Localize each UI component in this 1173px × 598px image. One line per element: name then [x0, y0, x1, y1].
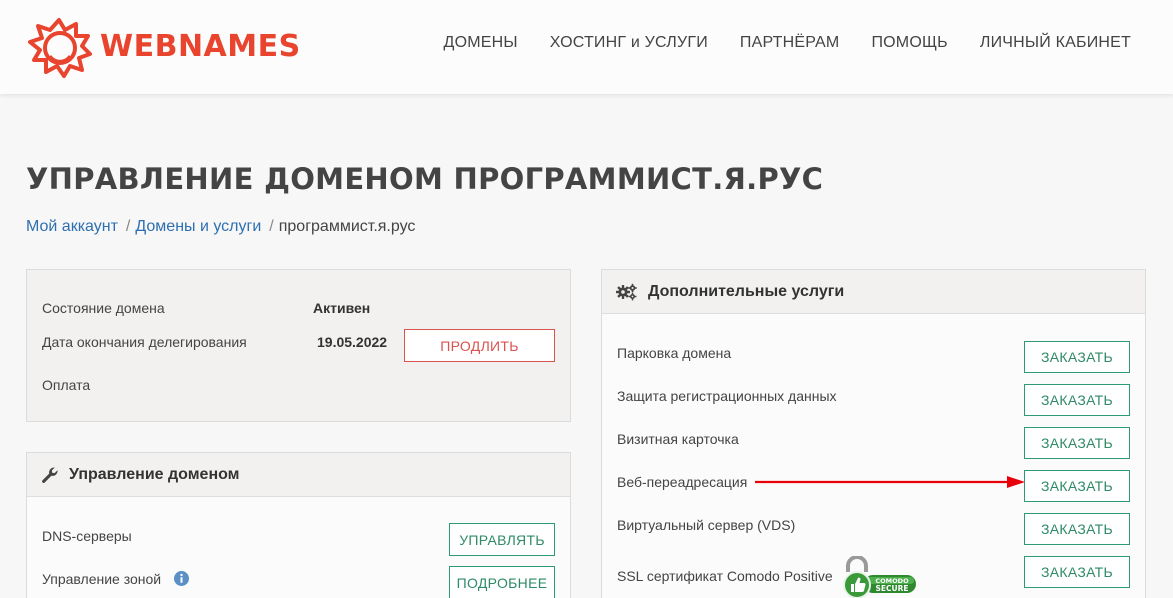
renew-button[interactable]: ПРОДЛИТЬ [404, 329, 555, 362]
order-ssl-button[interactable]: ЗАКАЗАТЬ [1024, 556, 1130, 588]
breadcrumb-domains-services[interactable]: Домены и услуги [135, 218, 261, 236]
panel-header: Управление доменом [27, 453, 570, 497]
nav-hosting[interactable]: ХОСТИНГ и УСЛУГИ [550, 34, 708, 52]
logo[interactable]: WEBNAMES [24, 14, 301, 78]
nav-domains[interactable]: ДОМЕНЫ [444, 34, 518, 52]
comodo-secure-badge-icon: COMODO SECURE [843, 556, 916, 598]
panel-header: Дополнительные услуги [602, 270, 1145, 314]
logo-text: WEBNAMES [100, 28, 301, 64]
breadcrumb-current: программист.я.рус [278, 218, 416, 235]
panel-title: Дополнительные услуги [648, 282, 845, 300]
sun-logo-icon [28, 18, 92, 78]
nav-help[interactable]: ПОМОЩЬ [871, 34, 947, 52]
zone-management-label: Управление зоной [42, 571, 162, 587]
service-label: SSL сертификат Comodo Positive [617, 568, 833, 584]
breadcrumb-separator: / [125, 218, 131, 235]
domain-state-label: Состояние домена [42, 300, 165, 316]
annotation-arrow [755, 476, 1025, 488]
delegation-expiry-value: 19.05.2022 [317, 334, 388, 350]
order-web-redirect-button[interactable]: ЗАКАЗАТЬ [1024, 470, 1130, 502]
info-icon[interactable] [174, 571, 189, 586]
dns-servers-label: DNS-серверы [42, 528, 132, 544]
service-label: Защита регистрационных данных [617, 388, 837, 404]
main-nav: ДОМЕНЫ ХОСТИНГ и УСЛУГИ ПАРТНЁРАМ ПОМОЩЬ… [444, 34, 1131, 52]
delegation-expiry-label: Дата окончания делегирования [42, 334, 247, 350]
breadcrumb-my-account[interactable]: Мой аккаунт [26, 218, 118, 236]
service-label: Визитная карточка [617, 431, 739, 447]
order-vds-button[interactable]: ЗАКАЗАТЬ [1024, 513, 1130, 545]
service-label: Парковка домена [617, 345, 732, 361]
page-title: УПРАВЛЕНИЕ ДОМЕНОМ ПРОГРАММИСТ.Я.РУС [26, 162, 824, 196]
gears-icon [616, 283, 637, 300]
order-parking-button[interactable]: ЗАКАЗАТЬ [1024, 341, 1130, 373]
wrench-icon [42, 466, 58, 483]
badge-line2: SECURE [875, 584, 908, 593]
breadcrumb: Мой аккаунт / Домены и услуги / программ… [26, 218, 415, 236]
manage-dns-button[interactable]: УПРАВЛЯТЬ [449, 523, 555, 556]
service-label: Виртуальный сервер (VDS) [617, 517, 796, 533]
domain-state-value: Активен [313, 300, 371, 316]
service-label: Веб-переадресация [617, 474, 748, 490]
site-header: WEBNAMES ДОМЕНЫ ХОСТИНГ и УСЛУГИ ПАРТНЁР… [0, 0, 1173, 94]
breadcrumb-separator: / [269, 218, 274, 235]
zone-details-button[interactable]: ПОДРОБНЕЕ [449, 566, 555, 598]
order-whois-protection-button[interactable]: ЗАКАЗАТЬ [1024, 384, 1130, 416]
panel-title: Управление доменом [69, 465, 240, 483]
nav-account[interactable]: ЛИЧНЫЙ КАБИНЕТ [980, 34, 1131, 52]
order-business-card-button[interactable]: ЗАКАЗАТЬ [1024, 427, 1130, 459]
payment-label: Оплата [42, 377, 91, 393]
nav-partners[interactable]: ПАРТНЁРАМ [740, 34, 840, 52]
